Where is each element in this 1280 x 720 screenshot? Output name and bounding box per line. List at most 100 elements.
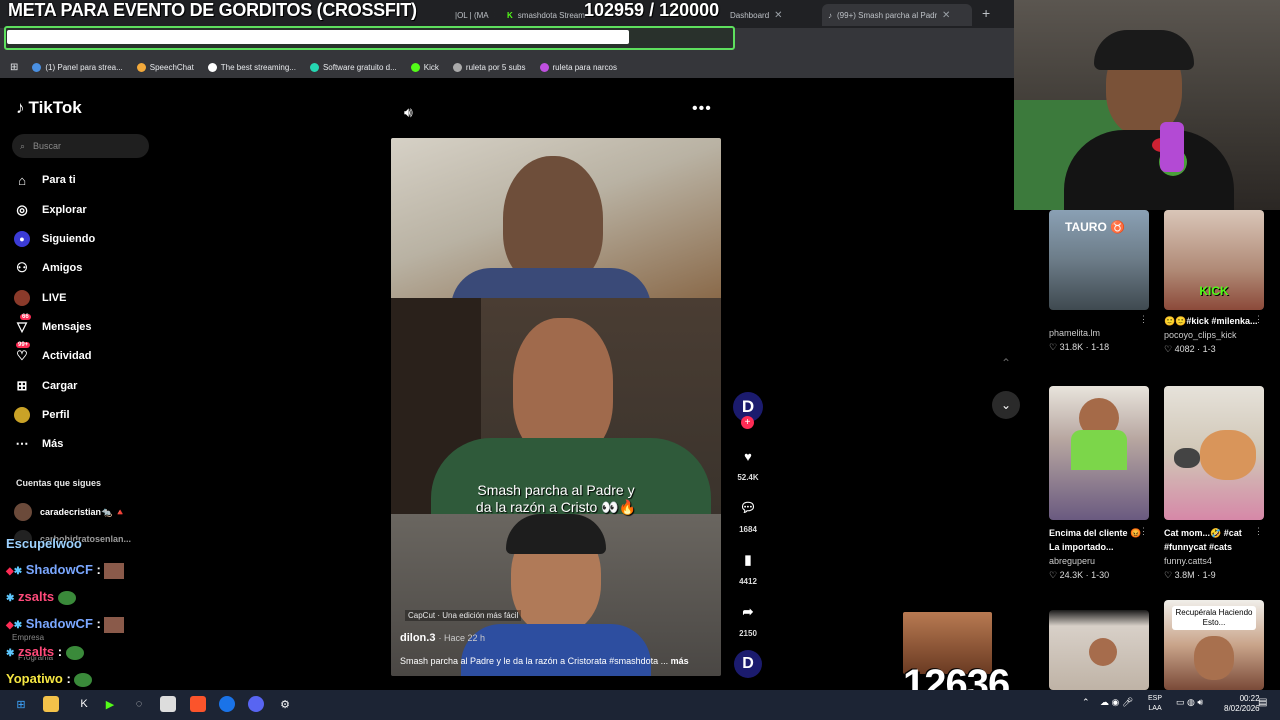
nav-item-perfil[interactable]: Perfil xyxy=(14,402,70,428)
video-player[interactable] xyxy=(391,138,721,676)
steam-icon[interactable]: ⚙ xyxy=(277,696,293,712)
close-icon[interactable]: ✕ xyxy=(774,10,782,21)
chat-message: Escupelwoo xyxy=(6,536,82,551)
chat-message: ✱ zsalts : xyxy=(6,644,84,660)
system-clock[interactable]: 00:22 8/02/2026 xyxy=(1224,694,1260,714)
caption-line: Smash parcha al Padre y xyxy=(477,482,635,498)
nav-item-actividad[interactable]: ♡ 99+ Actividad xyxy=(14,342,92,369)
bookmark-item[interactable]: Software gratuito d... xyxy=(309,62,397,72)
video-thumbnail[interactable]: KICK xyxy=(1164,210,1264,310)
video-options-icon[interactable]: ⋮ xyxy=(1139,314,1148,325)
next-video-button[interactable]: ⌄ xyxy=(992,391,1020,419)
chat-username: zsalts xyxy=(18,644,55,659)
person-silhouette xyxy=(1194,636,1234,680)
nav-item-mas[interactable]: ⋯ Más xyxy=(14,431,64,457)
chrome-icon[interactable] xyxy=(219,696,235,712)
discord-icon[interactable] xyxy=(248,696,264,712)
video-options-icon[interactable]: ⋮ xyxy=(1254,314,1263,325)
video-author-name[interactable]: pocoyo_clips_kick xyxy=(1164,328,1264,342)
more-options-icon[interactable]: ••• xyxy=(692,100,712,118)
notification-icon[interactable]: ▤ xyxy=(1258,697,1267,708)
video-options-icon[interactable]: ⋮ xyxy=(1139,526,1148,537)
comment-button[interactable]: 💬︎ 1684 xyxy=(734,495,762,534)
like-button[interactable]: ♥ 52.4K xyxy=(734,443,762,483)
video-title[interactable]: Encima del cliente 😡 La importado... xyxy=(1049,526,1149,554)
nav-item-para-ti[interactable]: ⌂ Para ti xyxy=(14,167,76,193)
video-thumbnail[interactable] xyxy=(1049,386,1149,520)
nav-item-live[interactable]: LIVE xyxy=(14,285,66,311)
emote-icon xyxy=(104,616,125,633)
close-icon[interactable]: ✕ xyxy=(494,10,495,21)
nav-item-siguiendo[interactable]: ● Siguiendo xyxy=(14,226,95,252)
video-options-icon[interactable]: ⋮ xyxy=(1254,526,1263,537)
video-panel-top xyxy=(391,138,721,308)
share-button[interactable]: ➦ 2150 xyxy=(734,599,762,638)
tray-expand-icon[interactable]: ⌃ xyxy=(1082,697,1090,708)
nav-item-cargar[interactable]: ⊞ Cargar xyxy=(14,373,78,399)
bookmark-item[interactable]: ruleta por 5 subs xyxy=(452,62,526,72)
heart-icon: ♡ xyxy=(1049,342,1058,352)
share-icon: ➦ xyxy=(742,604,754,619)
thumbnail-text: TAURO ♉ xyxy=(1065,220,1126,234)
nav-item-mensajes[interactable]: ▽ 66 Mensajes xyxy=(14,314,92,340)
video-meta: phamelita.lm ♡ 31.8K · 1-18 xyxy=(1049,326,1109,354)
video-title[interactable]: Cat mom...🤣 #cat #funnycat #cats xyxy=(1164,526,1264,554)
brave-icon[interactable] xyxy=(190,696,206,712)
live-icon xyxy=(14,290,30,306)
bookmark-item[interactable]: SpeechChat xyxy=(136,62,194,72)
video-thumbnail[interactable] xyxy=(1049,610,1149,690)
tiktok-icon: ♪ xyxy=(828,10,832,20)
nav-item-explorar[interactable]: ◎ Explorar xyxy=(14,197,86,223)
video-author-name[interactable]: phamelita.lm xyxy=(1049,326,1109,340)
activity-badge: 99+ xyxy=(16,342,31,348)
save-button[interactable]: ▮ 4412 xyxy=(734,547,762,586)
nav-item-amigos[interactable]: ⚇ Amigos xyxy=(14,255,82,281)
calculator-icon[interactable] xyxy=(160,696,176,712)
tray-icons[interactable]: ☁ ◉ 🎤︎ xyxy=(1100,697,1133,708)
new-tab-button[interactable]: + xyxy=(982,5,990,21)
like-count: 3.8M xyxy=(1174,570,1195,580)
kick-app-icon[interactable]: K xyxy=(76,696,92,712)
bookmark-label: Software gratuito d... xyxy=(322,62,397,72)
following-account[interactable]: caradecristian🐀 🔺 xyxy=(14,501,126,523)
bookmark-item[interactable]: The best streaming... xyxy=(207,62,296,72)
follow-plus-icon[interactable]: + xyxy=(741,416,754,429)
emote-icon xyxy=(74,672,93,687)
bookmark-icon xyxy=(410,62,420,72)
browser-tab-partial[interactable]: |OL | (MA ✕ xyxy=(455,4,495,26)
apps-grid-icon[interactable]: ⊞ xyxy=(10,62,18,73)
search-input[interactable]: ⌕ Buscar xyxy=(12,134,149,158)
tab-dashboard[interactable]: Dashboard ✕ xyxy=(730,4,818,26)
more-link[interactable]: más xyxy=(671,656,689,666)
video-title[interactable]: 🙂🙂#kick #milenka... xyxy=(1164,314,1264,328)
tab-tiktok-active[interactable]: ♪ (99+) Smash parcha al Padre y le... ✕ xyxy=(822,4,972,26)
close-icon[interactable]: ✕ xyxy=(942,10,950,21)
bookmark-item[interactable]: (1) Panel para strea... xyxy=(32,62,123,72)
windows-start-icon[interactable]: ⊞ xyxy=(13,696,29,712)
play-icon[interactable]: ▶ xyxy=(102,696,118,712)
heart-icon: ♡ xyxy=(1164,570,1173,580)
video-author-name[interactable]: funny.catts4 xyxy=(1164,554,1264,568)
video-author[interactable]: dilon.3 · Hace 22 h xyxy=(400,632,485,644)
share-count: 2150 xyxy=(739,629,757,638)
file-explorer-icon[interactable] xyxy=(43,696,59,712)
previous-video-button[interactable]: ⌃ xyxy=(992,349,1020,377)
post-date: 1-30 xyxy=(1091,570,1110,580)
video-thumbnail[interactable] xyxy=(1164,386,1264,520)
capcut-tag[interactable]: CapCut · Una edición más fácil xyxy=(405,610,522,621)
app-icon[interactable]: ◌ xyxy=(131,696,147,712)
video-author-name[interactable]: abreguperu xyxy=(1049,554,1149,568)
system-tray-icons[interactable]: ▭ ◍ 🔊︎ xyxy=(1176,697,1203,708)
bookmark-item[interactable]: ruleta para narcos xyxy=(539,62,617,72)
music-disc[interactable]: D xyxy=(734,650,762,678)
video-thumbnail[interactable]: Recupérala Haciendo Esto... xyxy=(1164,600,1264,690)
tab-label: smashdota Stream xyxy=(517,10,585,20)
tiktok-logo[interactable]: ♪ TikTok xyxy=(16,98,82,118)
bookmark-item[interactable]: Kick xyxy=(410,62,439,72)
language-indicator[interactable]: ESP LAA xyxy=(1148,694,1162,714)
chat-text: : xyxy=(66,671,71,686)
video-thumbnail[interactable]: TAURO ♉ xyxy=(1049,210,1149,310)
volume-icon[interactable]: 🔊︎ xyxy=(404,104,413,121)
footer-link-empresa[interactable]: Empresa xyxy=(12,633,44,642)
nav-label: Amigos xyxy=(42,262,83,274)
